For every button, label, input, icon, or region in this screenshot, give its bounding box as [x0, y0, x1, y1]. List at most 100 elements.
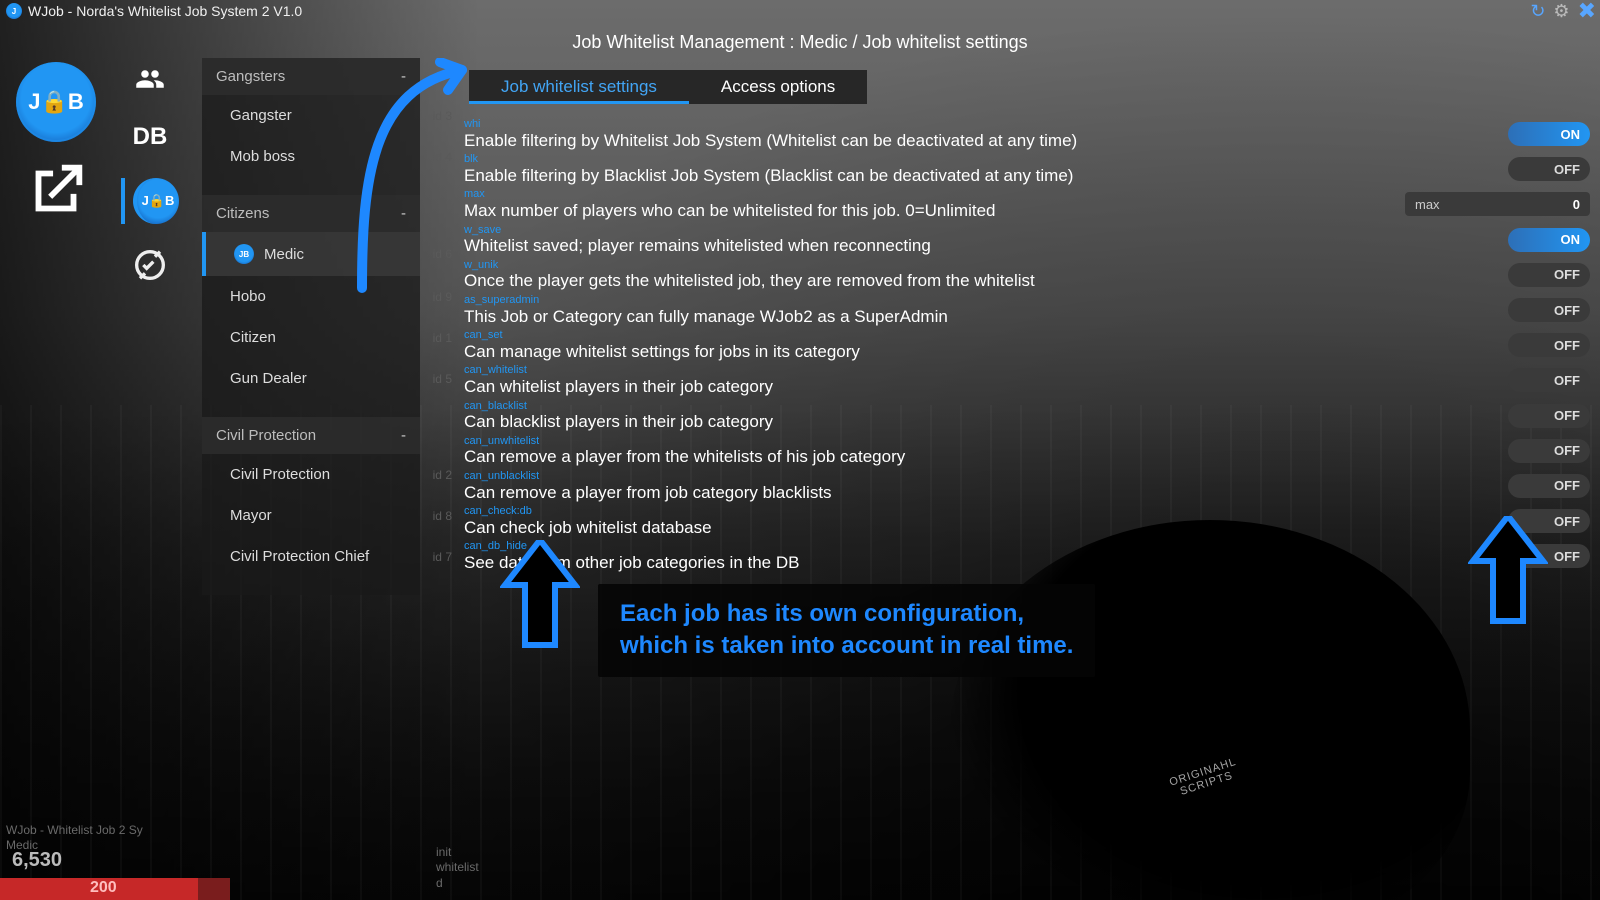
setting-key: can_db_hide	[464, 540, 1502, 553]
hud-line1: WJob - Whitelist Job 2 Sy	[6, 823, 143, 839]
annotation-curve-arrow	[352, 58, 482, 298]
close-icon[interactable]: ✖	[1578, 0, 1596, 22]
app-icon: J	[6, 3, 22, 19]
sidebar-item[interactable]: Citizenid 1	[202, 317, 420, 358]
hud-line3: init whitelist d	[436, 845, 479, 892]
setting-desc: Enable filtering by Blacklist Job System…	[464, 166, 1502, 186]
job-name: Gun Dealer	[230, 370, 307, 387]
sidebar-item[interactable]: Gun Dealerid 5	[202, 358, 420, 399]
setting-desc: Once the player gets the whitelisted job…	[464, 271, 1502, 291]
job-id: id 7	[433, 550, 452, 564]
setting-key: can_whitelist	[464, 364, 1502, 377]
setting-desc: Max number of players who can be whiteli…	[464, 201, 1400, 221]
sidebar-item[interactable]: Civil Protection Chiefid 7	[202, 536, 420, 577]
refresh-icon[interactable]: ↻	[1530, 2, 1545, 20]
setting-key: whi	[464, 118, 1502, 131]
settings-panel: whiEnable filtering by Whitelist Job Sys…	[464, 118, 1590, 575]
setting-desc: This Job or Category can fully manage WJ…	[464, 307, 1502, 327]
setting-key: can_unwhitelist	[464, 435, 1502, 448]
setting-key: w_unik	[464, 259, 1502, 272]
setting-key: can_check:db	[464, 505, 1502, 518]
annotation-line2: which is taken into account in real time…	[620, 630, 1073, 662]
nav-job-active[interactable]: J🔒B	[121, 178, 179, 224]
tab-bar: Job whitelist settings Access options	[469, 70, 867, 104]
brand-logo: J🔒B	[16, 62, 96, 142]
setting-key: as_superadmin	[464, 294, 1502, 307]
annotation-line1: Each job has its own configuration,	[620, 598, 1073, 630]
setting-desc: Can check job whitelist database	[464, 518, 1502, 538]
nav-players-icon[interactable]	[128, 62, 172, 96]
setting-row: can_whitelistCan whitelist players in th…	[464, 364, 1590, 399]
job-name: Gangster	[230, 107, 292, 124]
category-name: Civil Protection	[216, 427, 316, 444]
collapse-icon: -	[401, 427, 406, 444]
setting-row: blkEnable filtering by Blacklist Job Sys…	[464, 153, 1590, 188]
toggle-can_unwhitelist[interactable]: OFF	[1508, 439, 1590, 463]
job-name: Civil Protection	[230, 466, 330, 483]
annotation-text: Each job has its own configuration, whic…	[598, 584, 1095, 677]
setting-desc: Can remove a player from the whitelists …	[464, 447, 1502, 467]
setting-desc: Can blacklist players in their job categ…	[464, 412, 1502, 432]
title-bar: J WJob - Norda's Whitelist Job System 2 …	[0, 0, 1600, 22]
toggle-can_set[interactable]: OFF	[1508, 333, 1590, 357]
category-name: Gangsters	[216, 68, 285, 85]
tab-settings[interactable]: Job whitelist settings	[469, 70, 689, 104]
job-id: id 8	[433, 509, 452, 523]
brand-logo-text: J🔒B	[28, 89, 84, 115]
setting-row: can_check:dbCan check job whitelist data…	[464, 505, 1590, 540]
setting-row: can_setCan manage whitelist settings for…	[464, 329, 1590, 364]
job-name: Civil Protection Chief	[230, 548, 369, 565]
annotation-arrow-left	[500, 540, 580, 655]
job-icon: JB	[234, 244, 254, 264]
toggle-as_superadmin[interactable]: OFF	[1508, 298, 1590, 322]
annotation-arrow-right	[1468, 516, 1548, 631]
toggle-can_whitelist[interactable]: OFF	[1508, 368, 1590, 392]
number-label: max	[1415, 197, 1440, 212]
job-name: Mob boss	[230, 148, 295, 165]
setting-row: whiEnable filtering by Whitelist Job Sys…	[464, 118, 1590, 153]
setting-row: can_db_hideSee data from other job categ…	[464, 540, 1590, 575]
toggle-blk[interactable]: OFF	[1508, 157, 1590, 181]
job-name: Mayor	[230, 507, 272, 524]
job-id: id 5	[433, 372, 452, 386]
sidebar-item[interactable]: Mayorid 8	[202, 495, 420, 536]
category-header[interactable]: Civil Protection -	[202, 417, 420, 454]
setting-row: can_unblacklistCan remove a player from …	[464, 470, 1590, 505]
setting-key: can_unblacklist	[464, 470, 1502, 483]
number-value: 0	[1573, 197, 1580, 212]
number-input[interactable]: max 0	[1405, 192, 1590, 216]
setting-row: as_superadminThis Job or Category can fu…	[464, 294, 1590, 329]
toggle-w_save[interactable]: ON	[1508, 228, 1590, 252]
external-link-icon[interactable]	[21, 156, 91, 226]
tab-access[interactable]: Access options	[689, 70, 867, 104]
setting-row: w_unikOnce the player gets the whitelist…	[464, 259, 1590, 294]
job-name: Medic	[264, 246, 304, 263]
job-id: id 2	[433, 468, 452, 482]
setting-key: can_blacklist	[464, 400, 1502, 413]
setting-desc: Whitelist saved; player remains whitelis…	[464, 236, 1502, 256]
job-name: Citizen	[230, 329, 276, 346]
setting-key: w_save	[464, 224, 1502, 237]
hud-hp-value: 200	[90, 879, 117, 897]
toggle-can_unblacklist[interactable]: OFF	[1508, 474, 1590, 498]
job-id: id 1	[433, 331, 452, 345]
brand-column: J🔒B	[8, 62, 104, 226]
gear-icon[interactable]: ⚙	[1553, 2, 1569, 20]
category-name: Citizens	[216, 205, 269, 222]
toggle-can_blacklist[interactable]: OFF	[1508, 404, 1590, 428]
toggle-whi[interactable]: ON	[1508, 122, 1590, 146]
job-name: Hobo	[230, 288, 266, 305]
sidebar-item[interactable]: Civil Protectionid 2	[202, 454, 420, 495]
breadcrumb: Job Whitelist Management : Medic / Job w…	[0, 32, 1600, 53]
nav-job-icon: J🔒B	[133, 178, 179, 224]
toggle-w_unik[interactable]: OFF	[1508, 263, 1590, 287]
nav-tools-icon[interactable]	[128, 248, 172, 282]
setting-desc: Can remove a player from job category bl…	[464, 483, 1502, 503]
nav-db[interactable]: DB	[128, 120, 172, 154]
setting-row: max Max number of players who can be whit…	[464, 188, 1590, 223]
hud-healthbar: 200	[0, 878, 230, 900]
hud-money: 6,530	[12, 849, 62, 872]
setting-desc: See data from other job categories in th…	[464, 553, 1502, 573]
window-title: WJob - Norda's Whitelist Job System 2 V1…	[28, 3, 302, 19]
setting-key: can_set	[464, 329, 1502, 342]
